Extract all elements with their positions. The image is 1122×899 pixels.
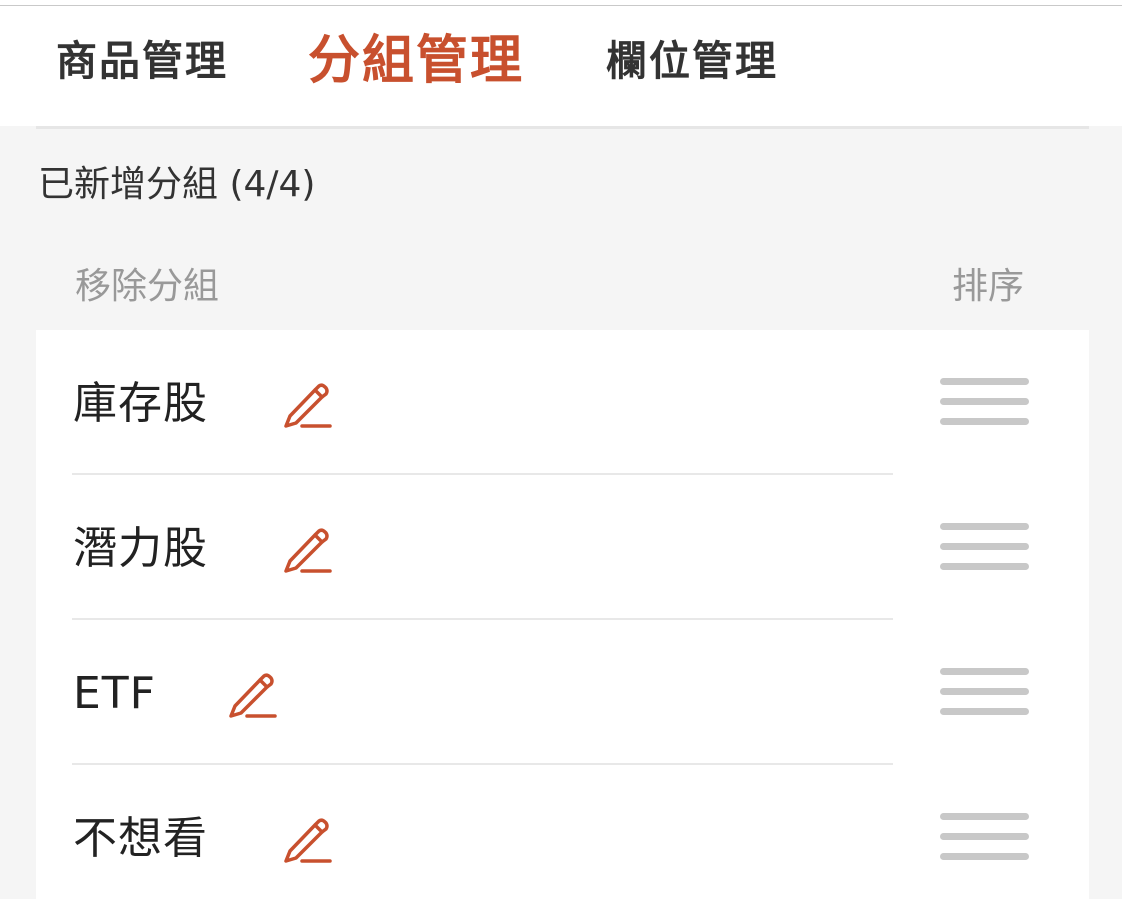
tab-group-management[interactable]: 分組管理 — [308, 6, 524, 116]
remove-group-header: 移除分組 — [75, 266, 220, 307]
drag-handle-icon[interactable] — [940, 523, 1030, 573]
pencil-icon[interactable] — [280, 378, 334, 430]
sort-header: 排序 — [952, 266, 1025, 307]
drag-handle-icon[interactable] — [940, 378, 1030, 428]
pencil-icon[interactable] — [280, 813, 334, 865]
pencil-icon[interactable] — [280, 523, 334, 575]
list-item: ETF — [36, 620, 1089, 765]
list-item: 庫存股 — [36, 330, 1089, 475]
tab-bar: 商品管理 分組管理 欄位管理 — [0, 6, 1122, 126]
group-name: 潛力股 — [73, 523, 208, 574]
list-item: 潛力股 — [36, 475, 1089, 620]
list-item: 不想看 — [36, 765, 1089, 899]
drag-handle-icon[interactable] — [940, 668, 1030, 718]
drag-handle-icon[interactable] — [940, 813, 1030, 863]
pencil-icon[interactable] — [225, 668, 279, 720]
tab-product-management[interactable]: 商品管理 — [56, 6, 228, 116]
group-name: 不想看 — [73, 813, 208, 864]
group-name: ETF — [73, 668, 156, 719]
section-title: 已新增分組 (4/4) — [38, 164, 316, 205]
group-list: 庫存股 潛力股 ETF 不想看 — [36, 330, 1089, 899]
group-management-page: 商品管理 分組管理 欄位管理 已新增分組 (4/4) 移除分組 排序 庫存股 潛… — [0, 0, 1122, 899]
group-name: 庫存股 — [73, 378, 208, 429]
tabs-divider — [36, 126, 1089, 129]
tab-column-management[interactable]: 欄位管理 — [606, 6, 778, 116]
